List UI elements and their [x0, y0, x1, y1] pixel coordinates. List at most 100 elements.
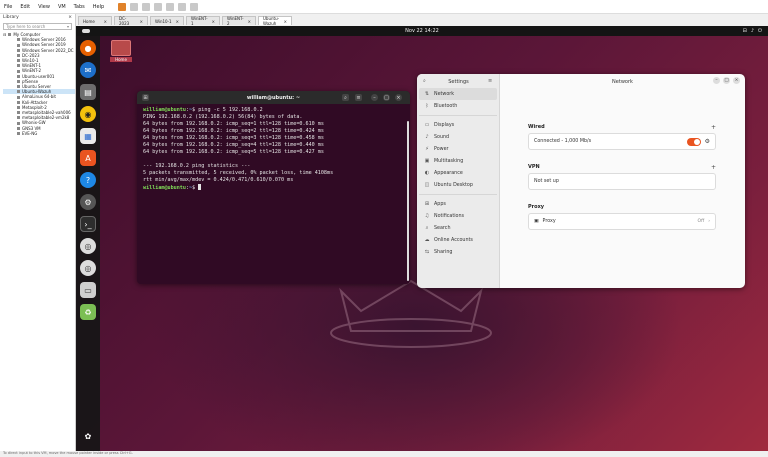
drive-icon[interactable]: ▭	[80, 282, 96, 298]
display-icon: ▭	[424, 122, 430, 128]
menu-edit[interactable]: Edit	[20, 4, 30, 10]
library-close-icon[interactable]: ×	[68, 15, 72, 21]
vm-tab[interactable]: WinENT-2 ×	[222, 16, 256, 26]
settings-menu-icon[interactable]: ≡	[488, 78, 492, 84]
output-line: rtt min/avg/max/mdev = 0.424/0.471/0.610…	[143, 177, 294, 183]
settings-nav-sharing[interactable]: ⇆ Sharing	[419, 246, 497, 258]
vm-tab[interactable]: WinENT-1 ×	[186, 16, 220, 26]
output-line: 64 bytes from 192.168.0.2: icmp_seq=1 tt…	[143, 121, 324, 127]
settings-nav-power[interactable]: ⚡ Power	[419, 143, 497, 155]
settings-nav-bluetooth[interactable]: ᛒ Bluetooth	[419, 100, 497, 112]
settings-app-icon[interactable]: ⚙	[80, 194, 96, 210]
console-icon[interactable]	[190, 2, 199, 11]
settings-nav-notifications[interactable]: ♫ Notifications	[419, 210, 497, 222]
home-folder-label: Home	[110, 57, 132, 62]
desktop-home-folder[interactable]: Home	[110, 40, 132, 66]
settings-nav-displays[interactable]: ▭ Displays	[419, 119, 497, 131]
trash-icon[interactable]: ♻	[80, 304, 96, 320]
pause-icon[interactable]	[118, 2, 127, 11]
output-line: 64 bytes from 192.168.0.2: icmp_seq=5 tt…	[143, 149, 324, 155]
show-apps-icon[interactable]: ✿	[80, 428, 96, 444]
menu-icon[interactable]: ≡	[355, 94, 362, 101]
terminal-header[interactable]: ⊞ william@ubuntu: ~ ⌕ ≡ – □ ×	[137, 91, 410, 104]
settings-nav-apps[interactable]: ⊞ Apps	[419, 198, 497, 210]
tab-close-icon[interactable]: ×	[212, 19, 215, 24]
settings-nav-online-accounts[interactable]: ☁ Online Accounts	[419, 234, 497, 246]
wired-connection-row[interactable]: Connected - 1,000 Mb/s ⚙	[528, 133, 716, 150]
menu-tabs[interactable]: Tabs	[74, 4, 85, 10]
gear-icon[interactable]: ⚙	[705, 138, 710, 145]
terminal-app-icon[interactable]: ›_	[80, 216, 96, 232]
settings-nav-network[interactable]: ⇅ Network	[419, 88, 497, 100]
minimize-icon[interactable]: –	[713, 77, 720, 84]
clock[interactable]: Nov 22 14:22	[76, 28, 768, 34]
settings-nav-appearance[interactable]: ◐ Appearance	[419, 167, 497, 179]
close-icon[interactable]: ×	[395, 94, 402, 101]
maximize-icon[interactable]: □	[383, 94, 390, 101]
collapse-icon[interactable]: ⊟	[3, 32, 6, 37]
snapshot-icon[interactable]	[130, 2, 139, 11]
maximize-icon[interactable]: □	[723, 77, 730, 84]
terminal-output[interactable]: william@ubuntu:~$ ping -c 5 192.168.0.2 P…	[137, 104, 410, 195]
output-line: 5 packets transmitted, 5 received, 0% pa…	[143, 170, 334, 176]
app-center-icon[interactable]: A	[80, 150, 96, 166]
network-status-icon[interactable]: ⊟	[743, 28, 747, 34]
vm-tab[interactable]: Home ×	[78, 16, 112, 25]
disc-2-icon[interactable]: ◎	[80, 260, 96, 276]
chevron-down-icon[interactable]: ▾	[67, 24, 69, 29]
fullscreen-icon[interactable]	[166, 2, 175, 11]
terminal-scrollbar[interactable]	[407, 121, 409, 281]
tab-close-icon[interactable]: ×	[248, 19, 251, 24]
tab-close-icon[interactable]: ×	[104, 19, 107, 24]
vm-icon	[17, 105, 20, 109]
add-vpn-icon[interactable]: +	[711, 164, 716, 173]
library-title: Library	[3, 15, 19, 20]
vm-tab[interactable]: Win10-1 ×	[150, 16, 184, 25]
tab-close-icon[interactable]: ×	[140, 19, 143, 24]
settings-window[interactable]: ⌕ Settings ≡ ⇅ Network ᛒ Bluetooth ▭ Displays…	[417, 74, 745, 288]
settings-nav-label: Displays	[434, 122, 455, 128]
terminal-window[interactable]: ⊞ william@ubuntu: ~ ⌕ ≡ – □ × william@ub…	[137, 91, 410, 284]
firefox-icon[interactable]: ●	[80, 40, 96, 56]
manage-snapshots-icon[interactable]	[154, 2, 163, 11]
output-line: 64 bytes from 192.168.0.2: icmp_seq=2 tt…	[143, 128, 324, 134]
writer-icon[interactable]: ▦	[80, 128, 96, 144]
disc-icon[interactable]: ◎	[80, 238, 96, 254]
vm-icon	[17, 90, 20, 94]
wired-toggle[interactable]	[686, 137, 701, 146]
vm-icon	[17, 69, 20, 73]
thunderbird-icon[interactable]: ✉	[80, 62, 96, 78]
library-vm-item[interactable]: EVE-NG	[3, 131, 75, 136]
proxy-row[interactable]: ▣ Proxy Off ›	[528, 213, 716, 230]
help-icon[interactable]: ?	[80, 172, 96, 188]
menu-view[interactable]: View	[38, 4, 50, 10]
proxy-label: Proxy	[542, 219, 556, 224]
revert-icon[interactable]	[142, 2, 151, 11]
tab-close-icon[interactable]: ×	[176, 19, 179, 24]
menu-file[interactable]: File	[4, 4, 12, 10]
power-menu-icon[interactable]: ⏻	[758, 28, 762, 34]
volume-icon[interactable]: ♪	[751, 28, 754, 34]
unity-icon[interactable]	[178, 2, 187, 11]
minimize-icon[interactable]: –	[371, 94, 378, 101]
system-tray[interactable]: ⊟ ♪ ⏻	[743, 28, 762, 34]
guest-desktop[interactable]: Nov 22 14:22 ⊟ ♪ ⏻ ● ✉ ▤ ◉ ▦ A ? ⚙ ›_ ◎ ◎ …	[76, 26, 768, 451]
tab-close-icon[interactable]: ×	[284, 19, 287, 24]
rhythmbox-icon[interactable]: ◉	[80, 106, 96, 122]
close-icon[interactable]: ×	[733, 77, 740, 84]
vm-tab[interactable]: DC-2023 ×	[114, 16, 148, 26]
add-wired-icon[interactable]: +	[711, 124, 716, 133]
files-icon[interactable]: ▤	[80, 84, 96, 100]
vm-tab[interactable]: Ubuntu-Wazuh ×	[258, 16, 292, 26]
library-search-input[interactable]: Type here to search ▾	[3, 23, 72, 30]
vpn-heading: VPN	[528, 164, 540, 170]
search-icon[interactable]: ⌕	[342, 94, 349, 101]
settings-nav-sound[interactable]: ♪ Sound	[419, 131, 497, 143]
network-panel-title: Network	[612, 78, 633, 85]
vm-icon	[17, 116, 20, 120]
settings-nav-multitasking[interactable]: ▣ Multitasking	[419, 155, 497, 167]
settings-nav-search[interactable]: ⌕ Search	[419, 222, 497, 234]
menu-help[interactable]: Help	[93, 4, 104, 10]
menu-vm[interactable]: VM	[58, 4, 66, 10]
settings-nav-ubuntu-desktop[interactable]: ◫ Ubuntu Desktop	[419, 179, 497, 191]
